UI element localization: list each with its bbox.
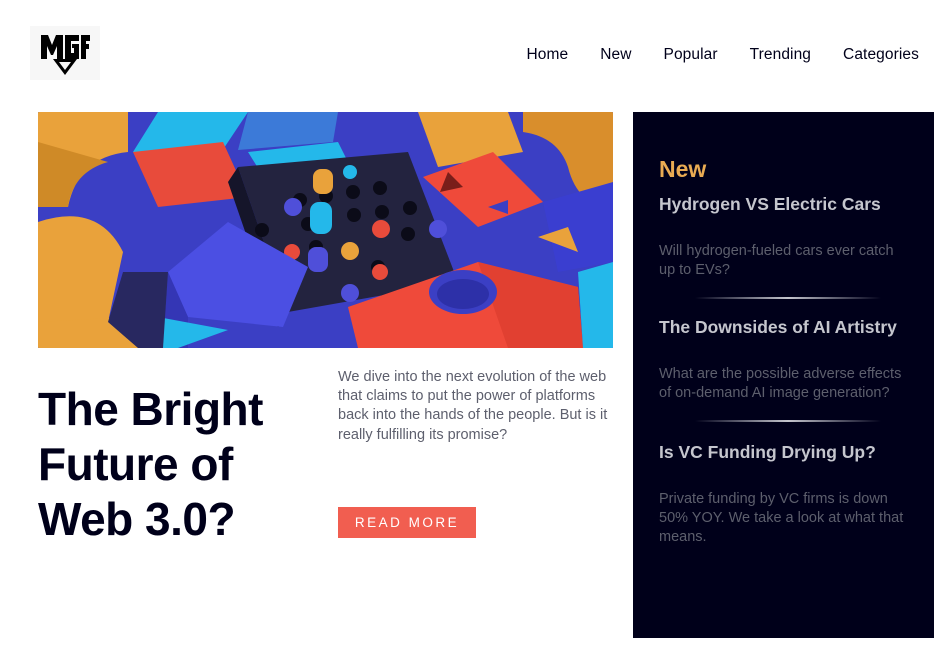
sidebar-article-description: What are the possible adverse effects of… bbox=[659, 366, 902, 401]
sidebar-article[interactable]: Hydrogen VS Electric Cars Will hydrogen-… bbox=[659, 194, 908, 280]
sidebar-article[interactable]: The Downsides of AI Artistry What are th… bbox=[659, 317, 908, 403]
article-title: The Bright Future of Web 3.0? bbox=[38, 383, 263, 545]
sidebar-article-title[interactable]: Hydrogen VS Electric Cars bbox=[659, 194, 908, 215]
site-logo[interactable] bbox=[30, 26, 100, 80]
divider bbox=[695, 297, 881, 299]
article-description: We dive into the next evolution of the w… bbox=[338, 369, 608, 443]
nav-trending[interactable]: Trending bbox=[750, 46, 811, 64]
divider bbox=[695, 420, 881, 422]
sidebar-article-title[interactable]: Is VC Funding Drying Up? bbox=[659, 442, 908, 463]
sidebar-article-title[interactable]: The Downsides of AI Artistry bbox=[659, 317, 908, 338]
sidebar-heading: New bbox=[659, 156, 707, 182]
sidebar-article[interactable]: Is VC Funding Drying Up? Private funding… bbox=[659, 442, 908, 547]
read-more-button[interactable]: READ MORE bbox=[338, 507, 476, 538]
main-nav: Home New Popular Trending Categories bbox=[526, 46, 919, 64]
nav-new[interactable]: New bbox=[600, 46, 631, 64]
nav-popular[interactable]: Popular bbox=[664, 46, 718, 64]
nav-categories[interactable]: Categories bbox=[843, 46, 919, 64]
mgf-logo-icon bbox=[41, 35, 90, 75]
sidebar-article-description: Will hydrogen-fueled cars ever catch up … bbox=[659, 243, 894, 278]
sidebar-article-description: Private funding by VC firms is down 50% … bbox=[659, 491, 904, 545]
abstract-3d-blocks-image bbox=[38, 112, 613, 348]
hero-image bbox=[38, 112, 613, 348]
new-articles-sidebar: New Hydrogen VS Electric Cars Will hydro… bbox=[633, 112, 934, 638]
nav-home[interactable]: Home bbox=[526, 46, 568, 64]
